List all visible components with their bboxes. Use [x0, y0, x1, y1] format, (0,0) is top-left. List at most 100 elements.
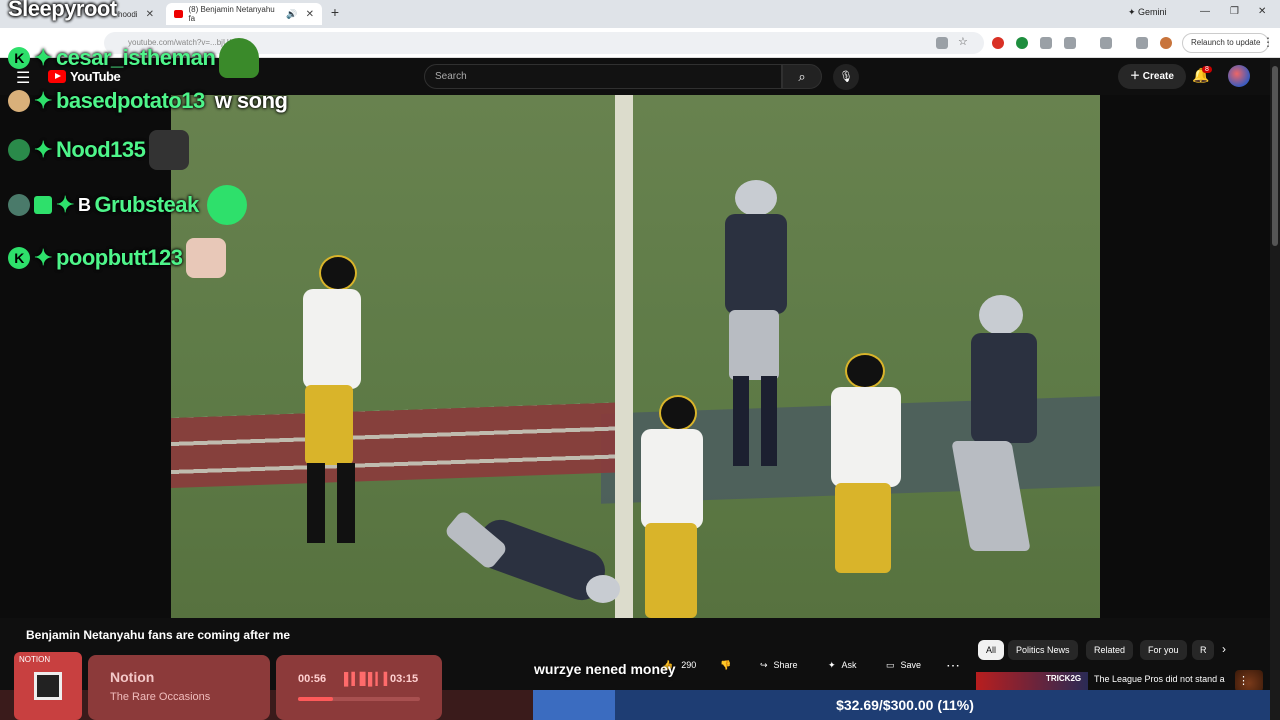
- gemini-label: Gemini: [1138, 7, 1167, 17]
- thumbs-down-icon: 👎: [720, 659, 732, 670]
- save-label: Save: [900, 660, 922, 670]
- extension-icon[interactable]: [1016, 37, 1028, 49]
- like-count: 290: [681, 660, 697, 670]
- page-scrollbar[interactable]: [1270, 58, 1280, 720]
- save-button[interactable]: ▭ Save: [886, 654, 921, 676]
- window-close-icon[interactable]: ✕: [1258, 6, 1266, 17]
- bookmark-star-icon[interactable]: ☆: [958, 35, 970, 48]
- chip-related[interactable]: Related: [1086, 640, 1134, 660]
- chat-message: K ✦ cesar_istheman: [8, 38, 260, 78]
- gift-badge-icon: [34, 196, 52, 214]
- chat-username: poopbutt123: [55, 245, 183, 270]
- player-steelers-92: [821, 353, 911, 618]
- thumbnail-text: TRICK2G: [1046, 674, 1082, 683]
- goal-text: $32.69/$300.00 (11%): [836, 697, 974, 713]
- share-icon: ↪: [760, 659, 768, 670]
- tab-hoodi[interactable]: hoodi ✕: [110, 3, 170, 25]
- user-badge-icon: [8, 139, 30, 161]
- sparkle-icon: ✦: [828, 659, 836, 670]
- diamond-badge-icon: ✦: [34, 88, 52, 113]
- chip-for-you[interactable]: For you: [1140, 640, 1187, 660]
- chat-message: ✦ basedpotato13 w song: [8, 88, 288, 114]
- tab-youtube[interactable]: (8) Benjamin Netanyahu fa 🔊 ✕: [166, 3, 322, 25]
- tab-label: (8) Benjamin Netanyahu fa: [188, 5, 275, 23]
- new-tab-button[interactable]: +: [326, 4, 344, 20]
- song-title: Notion: [110, 669, 155, 685]
- video-player[interactable]: [0, 95, 1270, 692]
- now-playing-progress: 00:56 ▌▍▋▌▎▍ 03:15: [276, 655, 442, 720]
- more-icon[interactable]: ⋮: [1238, 674, 1249, 687]
- menu-icon[interactable]: ⋮: [1262, 35, 1274, 49]
- extension-icon[interactable]: [1040, 37, 1052, 49]
- player-steelers-23-center: [631, 395, 711, 618]
- tab-search-icon[interactable]: [1136, 37, 1148, 49]
- relaunch-button[interactable]: Relaunch to update: [1182, 33, 1270, 53]
- song-artist: The Rare Occasions: [110, 691, 211, 703]
- player-steelers-23: [281, 255, 361, 555]
- chat-username: cesar_istheman: [55, 45, 216, 70]
- diamond-badge-icon: ✦: [34, 137, 52, 162]
- sidebar-icon[interactable]: [1100, 37, 1112, 49]
- video-frame: [171, 95, 1100, 618]
- ask-label: Ask: [841, 660, 857, 670]
- youtube-favicon-icon: [174, 10, 184, 18]
- install-icon[interactable]: [936, 37, 948, 49]
- create-button[interactable]: ＋ Create: [1118, 64, 1186, 89]
- chat-text: w song: [214, 88, 288, 113]
- close-icon[interactable]: ✕: [306, 9, 314, 20]
- account-avatar[interactable]: [1228, 65, 1250, 87]
- save-icon: ▭: [886, 659, 895, 670]
- scared-emote-icon: [206, 185, 247, 225]
- diamond-badge-icon: ✦: [34, 45, 52, 70]
- minimize-icon[interactable]: —: [1200, 6, 1210, 17]
- diamond-badge-icon: ✦: [56, 192, 74, 217]
- player-patriots-26: [711, 180, 791, 480]
- player-patriots-right: [931, 295, 1041, 615]
- tab-label: hoodi: [118, 9, 138, 19]
- cat-emote-icon: [186, 238, 227, 278]
- potato-badge-icon: [8, 90, 30, 112]
- close-icon[interactable]: ✕: [146, 9, 154, 20]
- recommendation-title: The League Pros did not stand a: [1094, 674, 1225, 684]
- chat-message: ✦ B Grubsteak: [8, 185, 247, 225]
- maximize-icon[interactable]: ❐: [1230, 6, 1239, 17]
- video-title: Benjamin Netanyahu fans are coming after…: [26, 628, 291, 642]
- more-actions-icon[interactable]: ⋯: [946, 654, 960, 676]
- now-playing-info: Notion The Rare Occasions: [88, 655, 270, 720]
- kick-badge-icon: K: [8, 247, 30, 269]
- extensions-puzzle-icon[interactable]: [1064, 37, 1076, 49]
- chat-username: Nood135: [55, 137, 146, 162]
- progress-track: [298, 697, 420, 701]
- ask-button[interactable]: ✦ Ask: [828, 654, 857, 676]
- waveform-icon: ▌▍▋▌▎▍: [344, 672, 393, 686]
- share-label: Share: [773, 660, 798, 670]
- chat-message: K ✦ poopbutt123: [8, 238, 227, 278]
- create-label: Create: [1142, 71, 1174, 82]
- chevron-right-icon[interactable]: ›: [1222, 642, 1226, 656]
- voice-search-icon[interactable]: 🎙: [833, 64, 859, 90]
- progress-fill: [298, 697, 334, 701]
- screen: hoodi ✕ (8) Benjamin Netanyahu fa 🔊 ✕ + …: [0, 0, 1280, 720]
- chip-all[interactable]: All: [978, 640, 1005, 660]
- donation-goal-bar: $32.69/$300.00 (11%): [533, 690, 1277, 720]
- search-button[interactable]: ⌕: [782, 64, 822, 89]
- chip-politics-news[interactable]: Politics News: [1008, 640, 1078, 660]
- search-input[interactable]: Search: [424, 64, 782, 89]
- notification-badge: 8: [1202, 66, 1212, 73]
- gemini-button[interactable]: ✦ Gemini: [1128, 7, 1167, 18]
- overlay-caption: wurzye nened money: [534, 661, 676, 677]
- profile-avatar[interactable]: [1160, 37, 1172, 49]
- scrollbar-thumb[interactable]: [1272, 66, 1278, 246]
- speaker-icon[interactable]: 🔊: [286, 9, 297, 20]
- share-button[interactable]: ↪ Share: [760, 654, 798, 676]
- cat-emote-icon: [149, 130, 190, 170]
- diamond-badge-icon: ✦: [34, 245, 52, 270]
- user-badge-icon: [8, 194, 30, 216]
- chat-message: ✦ Nood135: [8, 130, 190, 170]
- search-icon: ⌕: [798, 69, 806, 84]
- total-duration: 03:15: [390, 673, 419, 685]
- chip-truncated[interactable]: R: [1192, 640, 1214, 660]
- extension-icon[interactable]: [992, 37, 1004, 49]
- streamer-name: Sleepyroot: [8, 0, 117, 21]
- dislike-button[interactable]: 👎: [720, 654, 731, 676]
